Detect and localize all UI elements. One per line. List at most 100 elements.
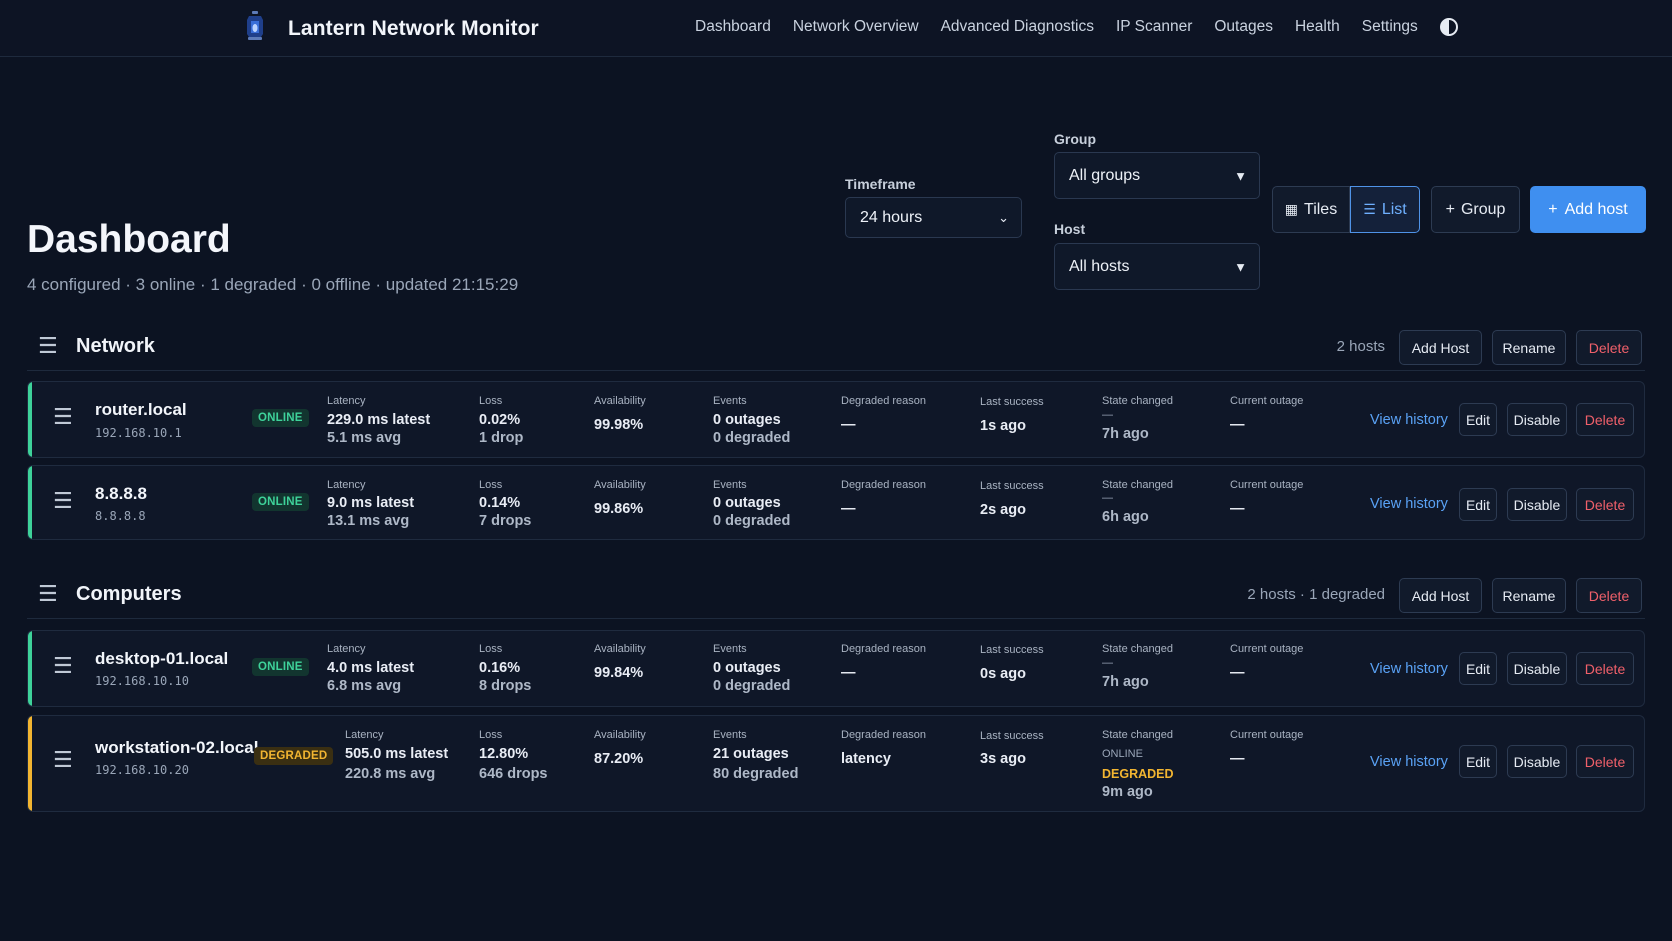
- edit-host-button[interactable]: Edit: [1459, 652, 1497, 685]
- latency-latest: 505.0 ms latest: [345, 746, 449, 762]
- current-outage-label: Current outage: [1230, 729, 1304, 741]
- latency-label: Latency: [327, 395, 366, 407]
- contrast-icon[interactable]: [1439, 18, 1458, 36]
- state-ago: 9m ago: [1102, 784, 1153, 800]
- view-history-link[interactable]: View history: [1370, 754, 1448, 770]
- group-rename-button[interactable]: Rename: [1492, 330, 1566, 365]
- app-title: Lantern Network Monitor: [288, 16, 539, 40]
- state-ago: 7h ago: [1102, 674, 1149, 690]
- availability-label: Availability: [594, 395, 646, 407]
- group-select-value: All groups: [1069, 166, 1141, 184]
- degraded-reason-value: latency: [841, 751, 891, 767]
- current-outage-value: —: [1230, 751, 1245, 767]
- disable-host-button[interactable]: Disable: [1507, 652, 1567, 685]
- view-history-link[interactable]: View history: [1370, 661, 1448, 677]
- host-name: router.local: [95, 400, 187, 419]
- events-outages: 21 outages: [713, 746, 789, 762]
- drag-handle-icon[interactable]: ☰: [53, 488, 73, 514]
- edit-host-button[interactable]: Edit: [1459, 403, 1497, 436]
- brand[interactable]: Lantern Network Monitor: [242, 10, 539, 47]
- timeframe-label: Timeframe: [845, 176, 916, 192]
- status-badge: ONLINE: [252, 409, 309, 427]
- degraded-reason-value: —: [841, 665, 856, 681]
- host-select[interactable]: All hosts ▼: [1054, 243, 1260, 290]
- events-degraded: 0 degraded: [713, 678, 791, 694]
- availability-label: Availability: [594, 643, 646, 655]
- host-select-value: All hosts: [1069, 257, 1130, 275]
- view-history-link[interactable]: View history: [1370, 496, 1448, 512]
- drag-handle-icon[interactable]: ☰: [53, 404, 73, 430]
- latency-label: Latency: [345, 729, 384, 741]
- disable-host-button[interactable]: Disable: [1507, 745, 1567, 778]
- delete-host-button[interactable]: Delete: [1576, 488, 1634, 521]
- delete-host-button[interactable]: Delete: [1576, 652, 1634, 685]
- loss-pct: 0.02%: [479, 412, 521, 428]
- page-title: Dashboard: [27, 218, 231, 261]
- top-navbar: Lantern Network Monitor Dashboard Networ…: [0, 0, 1672, 57]
- loss-drops: 8 drops: [479, 678, 532, 694]
- status-badge: ONLINE: [252, 493, 309, 511]
- latency-latest: 229.0 ms latest: [327, 412, 431, 428]
- availability-value: 99.98%: [594, 417, 644, 433]
- group-select[interactable]: All groups ▼: [1054, 152, 1260, 199]
- tiles-view-button[interactable]: ▦ Tiles: [1272, 186, 1350, 233]
- host-filter-label: Host: [1054, 221, 1086, 237]
- drag-handle-icon[interactable]: ☰: [38, 581, 58, 607]
- group-add-host-button[interactable]: Add Host: [1399, 330, 1482, 365]
- host-ip: 8.8.8.8: [95, 509, 146, 523]
- chevron-down-icon: ⌄: [998, 209, 1009, 225]
- latency-label: Latency: [327, 479, 366, 491]
- delete-host-button[interactable]: Delete: [1576, 745, 1634, 778]
- degraded-reason-label: Degraded reason: [841, 479, 927, 491]
- state-changed-label: State changed: [1102, 643, 1173, 655]
- latency-label: Latency: [327, 643, 366, 655]
- loss-pct: 12.80%: [479, 746, 529, 762]
- nav-advanced-diagnostics[interactable]: Advanced Diagnostics: [941, 18, 1094, 36]
- list-view-button[interactable]: ☰ List: [1350, 186, 1420, 233]
- status-stripe: [28, 466, 32, 539]
- latency-latest: 4.0 ms latest: [327, 660, 415, 676]
- add-host-button[interactable]: + Add host: [1530, 186, 1646, 233]
- view-history-link[interactable]: View history: [1370, 412, 1448, 428]
- events-label: Events: [713, 395, 747, 407]
- group-delete-button[interactable]: Delete: [1576, 330, 1642, 365]
- drag-handle-icon[interactable]: ☰: [38, 333, 58, 359]
- group-delete-button[interactable]: Delete: [1576, 578, 1642, 613]
- state-changed-label: State changed: [1102, 395, 1173, 407]
- current-outage-value: —: [1230, 417, 1245, 433]
- host-name: desktop-01.local: [95, 649, 229, 668]
- drag-handle-icon[interactable]: ☰: [53, 653, 73, 679]
- nav-settings[interactable]: Settings: [1362, 18, 1418, 36]
- nav-outages[interactable]: Outages: [1214, 18, 1273, 36]
- status-stripe: [28, 382, 32, 457]
- nav-network-overview[interactable]: Network Overview: [793, 18, 919, 36]
- group-host-count: 2 hosts · 1 degraded: [1247, 586, 1385, 603]
- nav-ip-scanner[interactable]: IP Scanner: [1116, 18, 1192, 36]
- events-outages: 0 outages: [713, 412, 781, 428]
- state-ago: 6h ago: [1102, 509, 1149, 525]
- add-group-button[interactable]: + Group: [1431, 186, 1520, 233]
- edit-host-button[interactable]: Edit: [1459, 488, 1497, 521]
- list-icon: ☰: [1363, 201, 1376, 217]
- timeframe-value: 24 hours: [860, 208, 923, 226]
- group-add-host-button[interactable]: Add Host: [1399, 578, 1482, 613]
- grid-icon: ▦: [1284, 201, 1299, 217]
- disable-host-button[interactable]: Disable: [1507, 403, 1567, 436]
- last-success-label: Last success: [980, 730, 1044, 742]
- group-host-count: 2 hosts: [1336, 338, 1385, 355]
- nav-dashboard[interactable]: Dashboard: [695, 18, 771, 36]
- list-label: List: [1381, 200, 1407, 218]
- group-rename-button[interactable]: Rename: [1492, 578, 1566, 613]
- edit-host-button[interactable]: Edit: [1459, 745, 1497, 778]
- last-success-label: Last success: [980, 396, 1044, 408]
- loss-pct: 0.14%: [479, 495, 521, 511]
- delete-host-button[interactable]: Delete: [1576, 403, 1634, 436]
- disable-host-button[interactable]: Disable: [1507, 488, 1567, 521]
- drag-handle-icon[interactable]: ☰: [53, 747, 73, 773]
- nav-health[interactable]: Health: [1295, 18, 1340, 36]
- plus-icon: +: [1548, 200, 1558, 218]
- timeframe-select[interactable]: 24 hours ⌄: [845, 197, 1022, 238]
- last-success-label: Last success: [980, 480, 1044, 492]
- state-prev: —: [1102, 492, 1113, 504]
- last-success-value: 1s ago: [980, 418, 1026, 434]
